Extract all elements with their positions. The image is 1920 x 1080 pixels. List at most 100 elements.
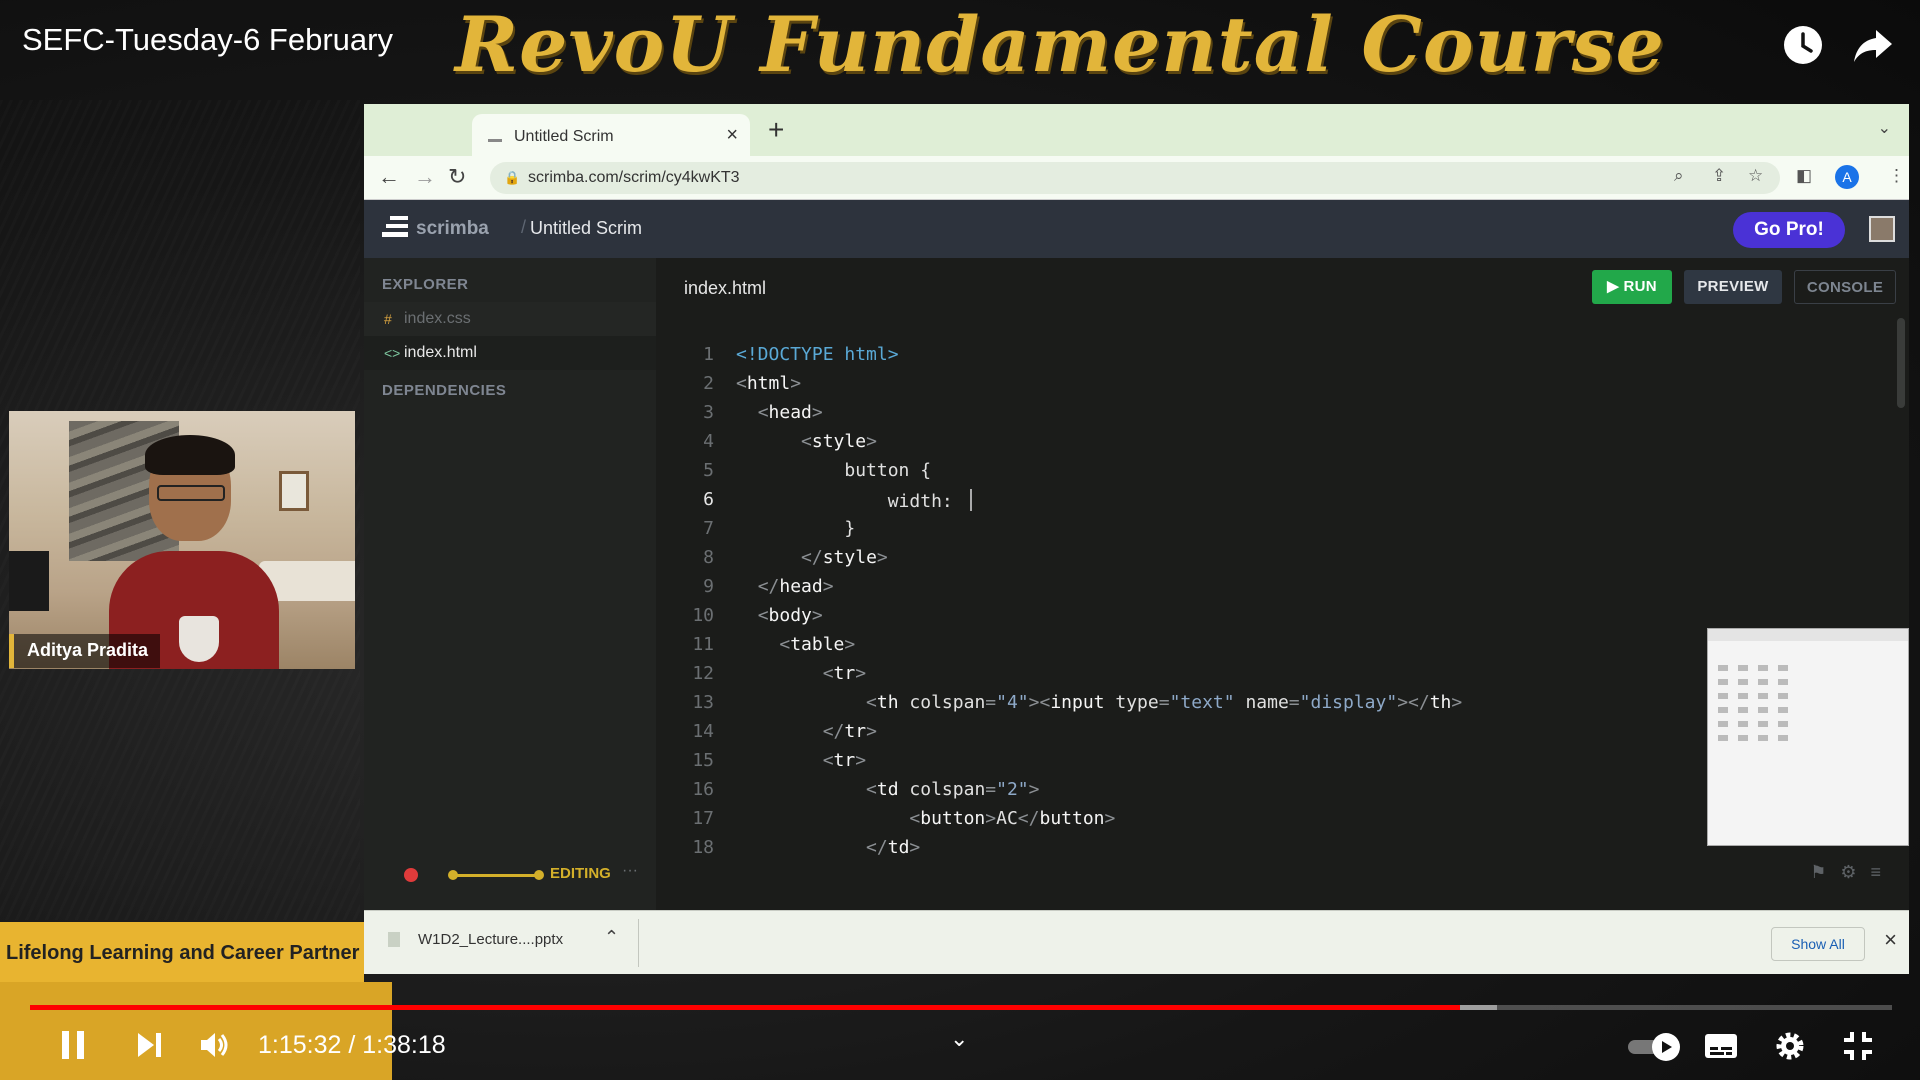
line-number: 1 [703, 344, 714, 365]
text-cursor [969, 489, 972, 511]
mini-preview-cell [1738, 679, 1748, 685]
browser-window: Untitled Scrim × + ⌄ ← → ↻ 🔒 scrimba.com… [364, 104, 1909, 974]
tab-title: Untitled Scrim [514, 128, 614, 145]
volume-icon[interactable] [198, 1029, 232, 1061]
mini-preview-cell [1718, 665, 1728, 671]
code-text[interactable]: <tr> [736, 663, 866, 684]
mini-preview-bar [1708, 629, 1908, 641]
address-bar[interactable]: 🔒 scrimba.com/scrim/cy4kwKT3 [490, 162, 1780, 194]
pause-icon[interactable] [58, 1028, 88, 1062]
profile-avatar[interactable]: A [1835, 165, 1859, 189]
forward-arrow-icon[interactable]: → [414, 164, 436, 190]
subtitles-icon[interactable] [1704, 1032, 1738, 1060]
tab-close-icon[interactable]: × [726, 124, 738, 147]
browser-tab[interactable]: Untitled Scrim × [472, 114, 750, 156]
next-icon[interactable] [134, 1030, 164, 1060]
user-avatar[interactable] [1869, 216, 1895, 242]
editor-scrollbar[interactable] [1897, 318, 1905, 408]
chevron-down-icon[interactable]: ⌄ [950, 1026, 968, 1052]
new-tab-button[interactable]: + [768, 114, 784, 146]
recording-timeline[interactable]: EDITING ··· [404, 862, 654, 886]
code-text[interactable]: button { [736, 460, 931, 481]
download-item[interactable]: W1D2_Lecture....pptx [388, 931, 563, 948]
settings-icon[interactable] [1774, 1030, 1806, 1062]
mini-preview-cell [1758, 721, 1768, 727]
gear-icon[interactable]: ⚙ [1840, 862, 1870, 882]
mini-preview-cell [1778, 665, 1788, 671]
mini-preview-cell [1778, 707, 1788, 713]
scrimba-logo[interactable]: scrimba [382, 216, 489, 240]
webcam-feed [9, 411, 355, 669]
code-text[interactable]: <button>AC</button> [736, 808, 1115, 829]
browser-menu-icon[interactable]: ⋮ [1888, 166, 1905, 186]
zoom-icon[interactable]: ⌕ [1674, 166, 1684, 186]
file-sidebar: EXPLORER # index.css <> index.html DEPEN… [364, 258, 656, 910]
timeline-start-handle[interactable] [448, 870, 458, 880]
line-number: 3 [703, 402, 714, 423]
code-text[interactable]: </td> [736, 837, 920, 858]
reload-icon[interactable]: ↻ [448, 164, 466, 190]
piano [9, 551, 49, 611]
code-text[interactable]: } [736, 518, 855, 539]
autoplay-toggle-icon[interactable] [1626, 1032, 1686, 1062]
mini-preview-cell [1718, 707, 1728, 713]
go-pro-button[interactable]: Go Pro! [1733, 212, 1845, 248]
chevron-up-icon[interactable]: ⌃ [604, 927, 619, 948]
mini-preview-window[interactable] [1707, 628, 1909, 846]
download-bar: W1D2_Lecture....pptx ⌃ Show All × [364, 910, 1909, 974]
code-text[interactable]: <th colspan="4"><input type="text" name=… [736, 692, 1462, 713]
code-text[interactable]: <tr> [736, 750, 866, 771]
file-index-html[interactable]: <> index.html [364, 336, 656, 370]
code-text[interactable]: <!DOCTYPE html> [736, 344, 899, 365]
code-text[interactable]: <head> [736, 402, 823, 423]
editor-corner-icons: ⚑⚙≡ [1810, 862, 1895, 883]
code-text[interactable]: </style> [736, 547, 888, 568]
mini-preview-cell [1778, 721, 1788, 727]
close-icon[interactable]: × [1884, 927, 1897, 953]
mini-preview-cell [1778, 693, 1788, 699]
code-text[interactable]: <table> [736, 634, 855, 655]
line-number: 7 [703, 518, 714, 539]
share-icon[interactable] [1850, 22, 1896, 68]
share-page-icon[interactable]: ⇪ [1712, 166, 1726, 186]
bookmark-icon[interactable]: ⚑ [1810, 862, 1840, 882]
code-text[interactable]: <style> [736, 431, 877, 452]
timeline-track [452, 874, 538, 877]
mini-preview-cell [1758, 735, 1768, 741]
download-separator [638, 919, 639, 967]
glasses [157, 485, 225, 501]
scrim-title[interactable]: Untitled Scrim [530, 218, 642, 239]
run-button[interactable]: ▶ RUN [1592, 270, 1672, 304]
record-icon[interactable] [404, 868, 418, 882]
code-text[interactable]: </tr> [736, 721, 877, 742]
preview-button[interactable]: PREVIEW [1684, 270, 1782, 304]
file-icon [388, 932, 400, 947]
line-number: 13 [692, 692, 714, 713]
run-label: RUN [1623, 278, 1657, 295]
timeline-end-handle[interactable] [534, 870, 544, 880]
file-index-css[interactable]: # index.css [364, 302, 656, 336]
exit-fullscreen-icon[interactable] [1842, 1030, 1874, 1062]
code-text[interactable]: <body> [736, 605, 823, 626]
code-text[interactable]: <td colspan="2"> [736, 779, 1039, 800]
html-file-icon: <> [384, 345, 401, 361]
show-all-button[interactable]: Show All [1771, 927, 1865, 961]
code-text[interactable]: width: [736, 489, 972, 512]
lower-third-bar: Lifelong Learning and Career Partner [0, 922, 364, 982]
console-button[interactable]: CONSOLE [1794, 270, 1896, 304]
line-number: 8 [703, 547, 714, 568]
mini-preview-cell [1738, 693, 1748, 699]
mini-preview-cell [1718, 693, 1728, 699]
menu-icon[interactable]: ≡ [1870, 862, 1895, 882]
bookmark-star-icon[interactable]: ☆ [1748, 166, 1763, 186]
side-panel-icon[interactable]: ◧ [1796, 166, 1812, 186]
dependencies-heading[interactable]: DEPENDENCIES [382, 382, 506, 399]
code-text[interactable]: <html> [736, 373, 801, 394]
more-options-icon[interactable]: ··· [622, 862, 638, 880]
back-arrow-icon[interactable]: ← [378, 164, 400, 190]
code-text[interactable]: </head> [736, 576, 834, 597]
line-number: 5 [703, 460, 714, 481]
progress-bar[interactable] [30, 1005, 1892, 1010]
watch-later-icon[interactable] [1780, 22, 1826, 68]
tab-search-chevron-icon[interactable]: ⌄ [1878, 118, 1891, 138]
